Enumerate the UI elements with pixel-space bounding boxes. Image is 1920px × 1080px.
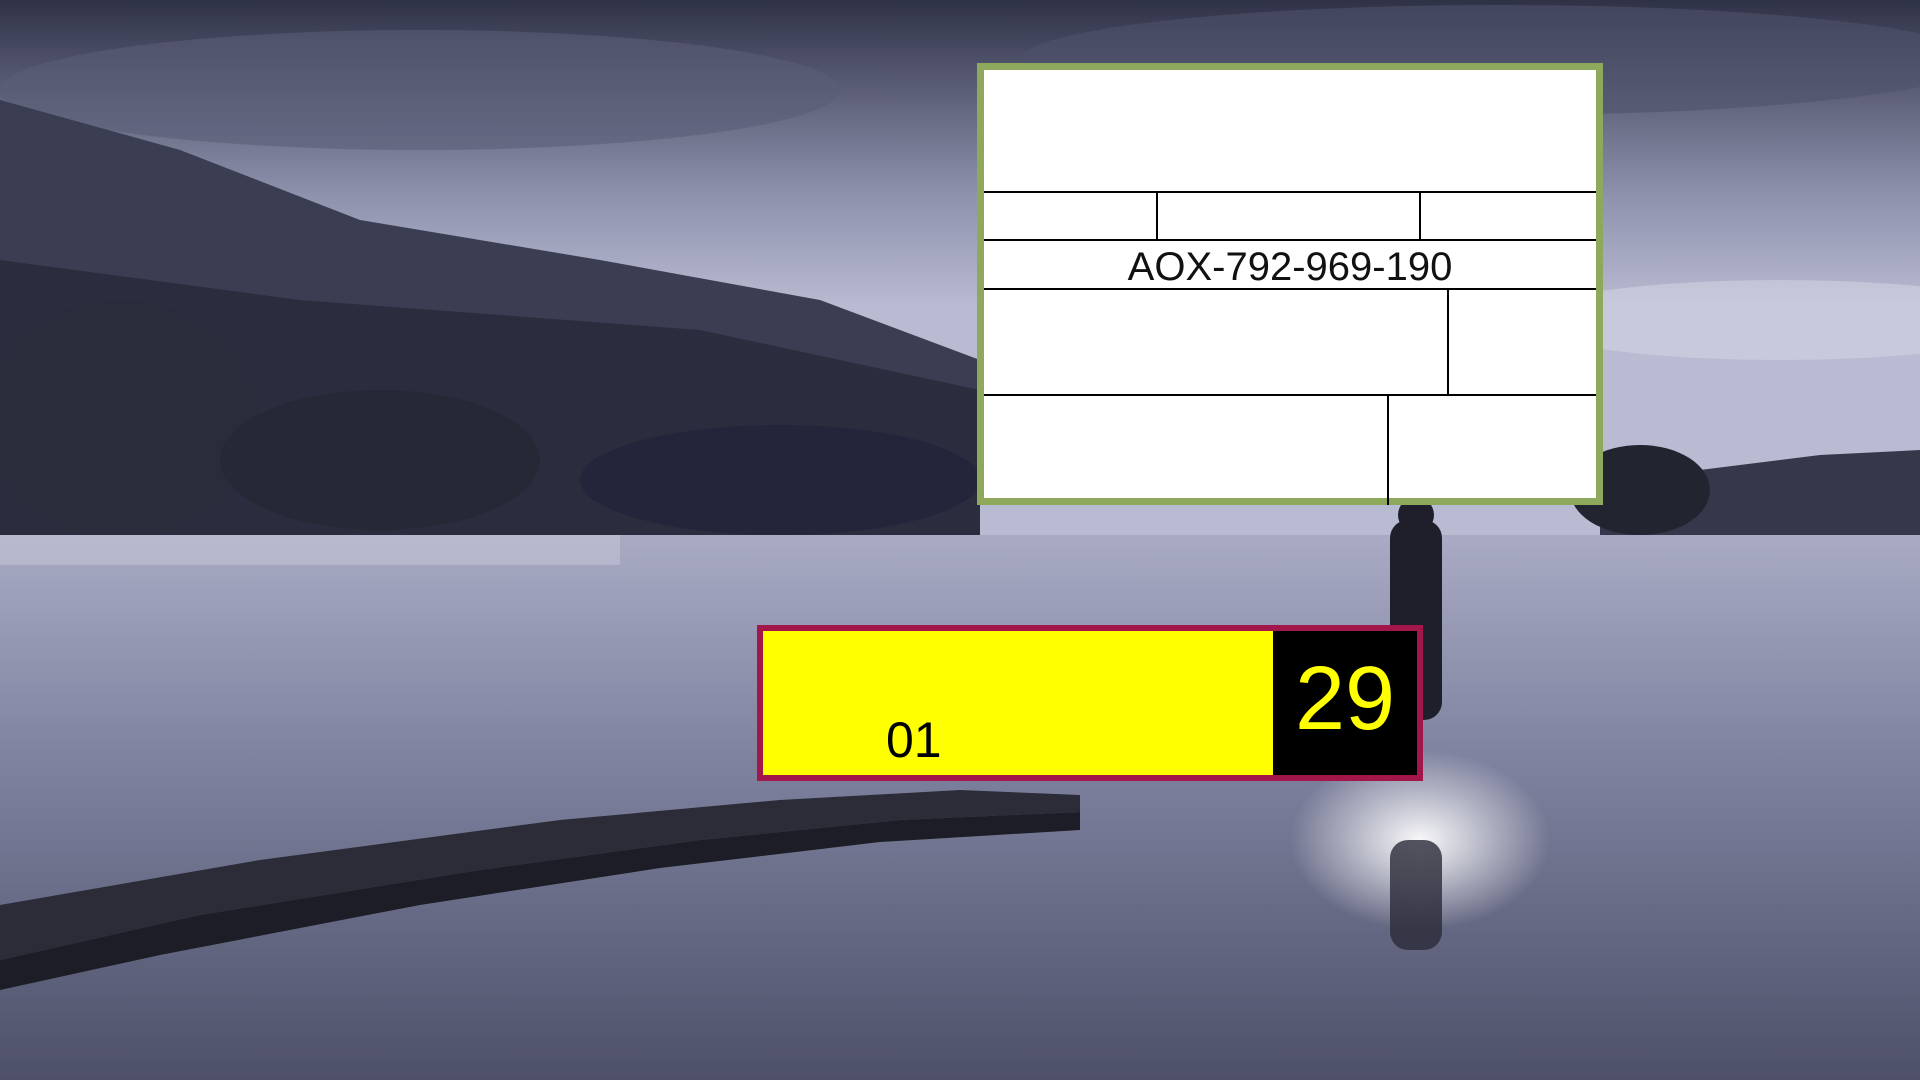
count-value: 29	[1294, 649, 1396, 749]
panel-code: AOX-792-969-190	[1127, 244, 1453, 289]
panel-divider	[984, 239, 1596, 241]
panel-divider	[984, 191, 1596, 193]
count-box: 29	[1273, 631, 1417, 775]
screen: AOX-792-969-190 01 29	[0, 0, 1920, 1080]
panel-divider	[1156, 191, 1158, 239]
panel-divider	[1387, 394, 1389, 505]
panel-divider	[1419, 191, 1421, 239]
landscape-background	[0, 0, 1920, 1080]
score-bar: 01 29	[757, 625, 1423, 781]
panel-divider	[984, 394, 1596, 396]
panel-divider	[1447, 288, 1449, 394]
info-panel: AOX-792-969-190	[977, 63, 1603, 505]
score-bar-label: 01	[886, 712, 942, 768]
